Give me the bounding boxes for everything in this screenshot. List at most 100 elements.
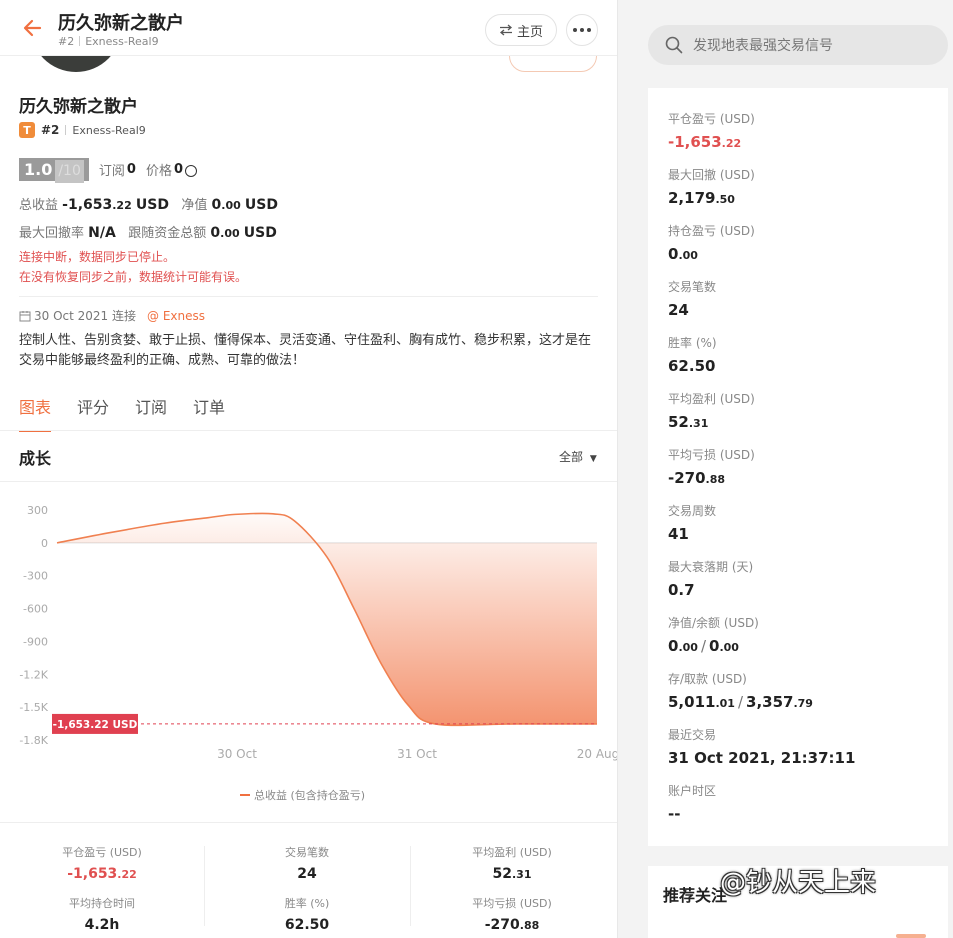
y-tick-label: -1.2K bbox=[19, 668, 48, 681]
stat-cell: 平均亏损 (USD) -270.88 bbox=[412, 895, 612, 933]
top-bar: 历久弥新之散户 #2 Exness-Real9 主页 bbox=[0, 0, 617, 56]
sidebar-stat-label: 最大衰落期 (天) bbox=[668, 560, 754, 574]
sidebar-stat: 胜率 (%) 62.50 bbox=[668, 334, 717, 375]
range-dropdown[interactable]: 全部 ▼ bbox=[559, 448, 597, 465]
sidebar-stat-decimal-2: .79 bbox=[793, 697, 813, 710]
back-arrow-icon[interactable] bbox=[22, 17, 44, 39]
stat-cell: 平仓盈亏 (USD) -1,653.22 bbox=[2, 844, 202, 882]
sidebar-stat: 最近交易 31 Oct 2021, 21:37:11 bbox=[668, 726, 855, 767]
watermark: @钞从天上来 bbox=[720, 868, 877, 898]
sidebar-stat-int: -270 bbox=[668, 469, 706, 487]
y-tick-label: -1.8K bbox=[19, 734, 48, 747]
max-drawdown-label: 最大回撤率 bbox=[19, 226, 85, 241]
tab-item[interactable]: 订阅 bbox=[135, 394, 167, 432]
stat-value: 62.50 bbox=[207, 917, 407, 933]
stat-label: 胜率 (%) bbox=[284, 897, 330, 910]
sidebar-stat-label: 平均亏损 (USD) bbox=[668, 448, 755, 462]
search-bar[interactable]: 发现地表最强交易信号 bbox=[648, 25, 948, 65]
price-value: 0 bbox=[173, 162, 183, 177]
equity-unit: USD bbox=[244, 197, 278, 213]
sidebar-stat: 最大回撤 (USD) 2,179.50 bbox=[668, 166, 755, 207]
trader-account: Exness-Real9 bbox=[72, 123, 146, 137]
stat-value: -270.88 bbox=[412, 917, 612, 933]
sidebar-stat-int: 24 bbox=[668, 301, 689, 319]
drawdown-row: 最大回撤率 N/A 跟随资金总额 0.00 USD bbox=[19, 222, 277, 241]
stat-value-int: 52 bbox=[492, 866, 512, 882]
sidebar-stat-int: 0.7 bbox=[668, 581, 695, 599]
header-subtitle: #2 Exness-Real9 bbox=[58, 35, 159, 48]
stat-value-int: 62.50 bbox=[284, 917, 330, 933]
legend-swatch bbox=[240, 794, 250, 796]
stat-label: 交易笔数 bbox=[285, 846, 329, 859]
total-profit-unit: USD bbox=[135, 197, 169, 213]
sidebar-stat-value: 31 Oct 2021, 21:37:11 bbox=[668, 749, 855, 767]
sidebar-stat-label: 胜率 (%) bbox=[668, 336, 717, 350]
sidebar-stat-decimal: .00 bbox=[678, 641, 698, 654]
range-value: 全部 bbox=[559, 450, 584, 464]
sidebar: 发现地表最强交易信号 平仓盈亏 (USD) -1,653.22 最大回撤 (USD)… bbox=[618, 0, 953, 938]
stats-divider bbox=[0, 822, 617, 823]
tab-item[interactable]: 评分 bbox=[77, 394, 109, 432]
stat-cell: 平均持仓时间 4.2h bbox=[2, 895, 202, 933]
total-profit-value: -1,653 bbox=[62, 197, 113, 213]
sidebar-stat-int: 31 Oct 2021, 21:37:11 bbox=[668, 749, 856, 767]
y-tick-label: -300 bbox=[23, 570, 48, 583]
broker-link[interactable]: @ Exness bbox=[147, 309, 205, 323]
stat-value-int: 4.2h bbox=[84, 917, 120, 933]
sidebar-stat: 交易笔数 24 bbox=[668, 278, 716, 319]
header-account: Exness-Real9 bbox=[85, 35, 159, 48]
stat-value-int: 24 bbox=[297, 866, 317, 882]
profit-row: 总收益 -1,653.22 USD 净值 0.00 USD bbox=[19, 194, 278, 213]
sidebar-stat-int: -1,653 bbox=[668, 133, 722, 151]
series-area bbox=[57, 513, 597, 726]
sidebar-stat-decimal: .88 bbox=[705, 473, 726, 486]
sidebar-stat-label: 交易笔数 bbox=[668, 280, 717, 294]
stat-value-int: -270 bbox=[484, 917, 520, 933]
sidebar-stat-value: -- bbox=[668, 805, 716, 823]
sync-warning-2: 在没有恢复同步之前，数据统计可能有误。 bbox=[19, 270, 248, 284]
sidebar-stat-decimal: .01 bbox=[715, 697, 735, 710]
stat-value: -1,653.22 bbox=[2, 866, 202, 882]
tab-divider bbox=[0, 430, 617, 431]
home-button[interactable]: 主页 bbox=[485, 14, 557, 46]
page-title: 历久弥新之散户 bbox=[58, 13, 184, 34]
sidebar-stat-decimal: .50 bbox=[715, 193, 735, 206]
stat-label: 平仓盈亏 (USD) bbox=[62, 846, 142, 859]
sidebar-stat-value: 52.31 bbox=[668, 413, 755, 431]
sidebar-stat-int: 5,011 bbox=[668, 693, 716, 711]
x-tick-label: 20 Aug bbox=[577, 747, 617, 761]
sidebar-stat: 持仓盈亏 (USD) 0.00 bbox=[668, 222, 755, 263]
total-profit-decimal: .22 bbox=[112, 199, 132, 212]
stat-label: 平均持仓时间 bbox=[69, 897, 135, 910]
sidebar-stat-int: 0 bbox=[668, 245, 679, 263]
sidebar-stat-int: 62.50 bbox=[668, 357, 716, 375]
follow-funds-value: 0 bbox=[210, 225, 221, 241]
y-tick-label: -1.5K bbox=[19, 701, 48, 714]
sidebar-stat-value: 5,011.01/3,357.79 bbox=[668, 693, 813, 711]
tab-item[interactable]: 图表 bbox=[19, 394, 52, 432]
x-tick-label: 31 Oct bbox=[397, 747, 437, 761]
equity-label: 净值 bbox=[181, 198, 208, 213]
score-value: 1.0 bbox=[24, 160, 53, 179]
subscribe-count: 0 bbox=[126, 162, 136, 177]
stat-value-decimal: .31 bbox=[511, 868, 532, 881]
sidebar-stat-label: 存/取款 (USD) bbox=[668, 672, 747, 686]
sidebar-stat-label: 持仓盈亏 (USD) bbox=[668, 224, 755, 238]
sidebar-stat-label: 净值/余额 (USD) bbox=[668, 616, 759, 630]
more-button[interactable] bbox=[566, 14, 598, 46]
sidebar-stat-label: 最近交易 bbox=[668, 728, 717, 742]
sidebar-stat-int-2: 3,357 bbox=[746, 693, 794, 711]
trader-badge: T bbox=[19, 122, 35, 138]
tab-item[interactable]: 订单 bbox=[193, 394, 225, 432]
sidebar-stat-value: 2,179.50 bbox=[668, 189, 755, 207]
price-label: 价格 bbox=[145, 164, 172, 179]
tab-bar: 图表 评分 订阅 订单 bbox=[19, 394, 225, 432]
coin-icon bbox=[185, 164, 197, 177]
chart-legend[interactable]: 总收益 (包含持仓盈亏) bbox=[240, 787, 365, 803]
stats-separator bbox=[204, 846, 205, 926]
sidebar-stat-int: 52 bbox=[668, 413, 689, 431]
stat-value: 52.31 bbox=[412, 866, 612, 882]
recommend-indicator bbox=[896, 934, 926, 938]
subscribe-count-label: 订阅 bbox=[98, 164, 125, 179]
search-placeholder: 发现地表最强交易信号 bbox=[693, 38, 833, 54]
